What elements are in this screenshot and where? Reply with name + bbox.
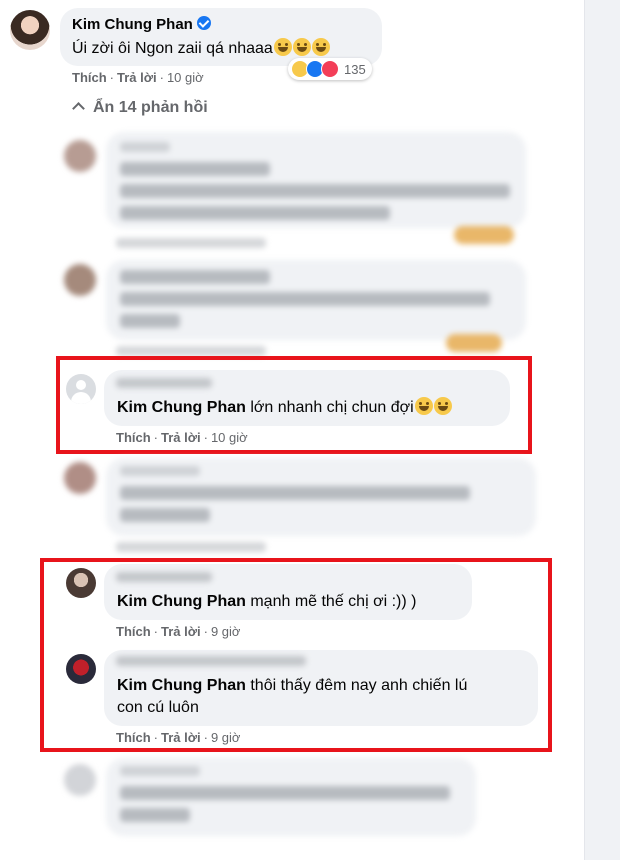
like-link[interactable]: Thích: [116, 624, 151, 639]
hide-replies-toggle[interactable]: Ẩn 14 phản hồi: [72, 99, 208, 117]
like-link[interactable]: Thích: [72, 70, 107, 85]
comment-text-row: Úi zời ôi Ngon zaii qá nhaaa: [72, 37, 330, 60]
reply-text-line2: con cú luôn: [117, 699, 199, 716]
reply-bubble: [106, 260, 526, 340]
mention-tag[interactable]: Kim Chung Phan: [117, 677, 246, 694]
reply-text-row: Kim Chung Phan lớn nhanh chị chun đợi: [117, 396, 452, 419]
comment-author-row: Kim Chung Phan: [72, 16, 211, 34]
reply-time: 9 giờ: [210, 624, 241, 639]
grinning-emoji-icon: [311, 38, 330, 56]
mention-tag[interactable]: Kim Chung Phan: [117, 399, 246, 416]
reply-text-line1: thôi thấy đêm nay anh chiến lú: [250, 677, 468, 694]
reply-actions: Thích · Trả lời · 10 giờ: [116, 430, 248, 445]
reply-actions: Thích · Trả lời · 9 giờ: [116, 730, 241, 745]
reply-bubble: Kim Chung Phan lớn nhanh chị chun đợi: [104, 370, 510, 426]
rofl-emoji-icon: [414, 397, 433, 415]
reaction-count: 135: [344, 61, 366, 77]
avatar: [66, 568, 96, 598]
reply-bubble: Kim Chung Phan thôi thấy đêm nay anh chi…: [104, 650, 538, 726]
reply-text-row: Kim Chung Phan mạnh mẽ thế chị ơi :)) ): [117, 590, 416, 613]
grinning-emoji-icon: [292, 38, 311, 56]
chevron-up-icon: [72, 102, 85, 115]
reply-link[interactable]: Trả lời: [161, 430, 201, 445]
reply-text: mạnh mẽ thế chị ơi :)) ): [250, 593, 417, 610]
reply-actions: Thích · Trả lời · 9 giờ: [116, 624, 241, 639]
comment-time: 10 giờ: [166, 70, 204, 85]
avatar: [64, 264, 96, 296]
verified-badge-icon: [196, 16, 211, 30]
hide-replies-label: Ẩn 14 phản hồi: [93, 99, 208, 116]
reply-time: 10 giờ: [210, 430, 248, 445]
reply-link[interactable]: Trả lời: [161, 624, 201, 639]
reply-bubble: [106, 458, 536, 536]
reply-text-row: Kim Chung Phan thôi thấy đêm nay anh chi…: [117, 674, 467, 697]
reply-time: 9 giờ: [210, 730, 241, 745]
avatar[interactable]: [10, 10, 50, 50]
avatar: [64, 462, 96, 494]
default-avatar-icon: [66, 374, 96, 404]
avatar: [64, 764, 96, 796]
comment-actions: Thích · Trả lời · 10 giờ: [72, 70, 204, 85]
avatar: [64, 140, 96, 172]
mention-tag[interactable]: Kim Chung Phan: [117, 593, 246, 610]
comment-author[interactable]: Kim Chung Phan: [72, 16, 193, 33]
grinning-emoji-icon: [273, 38, 292, 56]
page-scroll-gutter: [584, 0, 620, 860]
like-link[interactable]: Thích: [116, 430, 151, 445]
reply-text: lớn nhanh chị chun đợi: [250, 399, 414, 416]
reply-bubble: [106, 758, 476, 836]
blurred-author: [116, 378, 212, 388]
reply-link[interactable]: Trả lời: [117, 70, 157, 85]
blurred-author: [116, 656, 306, 666]
comment-text: Úi zời ôi Ngon zaii qá nhaaa: [72, 40, 273, 57]
reaction-summary[interactable]: 135: [288, 58, 372, 80]
like-link[interactable]: Thích: [116, 730, 151, 745]
avatar: [66, 654, 96, 684]
reply-bubble: Kim Chung Phan mạnh mẽ thế chị ơi :)) ): [104, 564, 472, 620]
reply-link[interactable]: Trả lời: [161, 730, 201, 745]
love-reaction-icon: [321, 60, 339, 78]
reply-bubble: [106, 132, 526, 228]
rofl-emoji-icon: [433, 397, 452, 415]
blurred-author: [116, 572, 212, 582]
